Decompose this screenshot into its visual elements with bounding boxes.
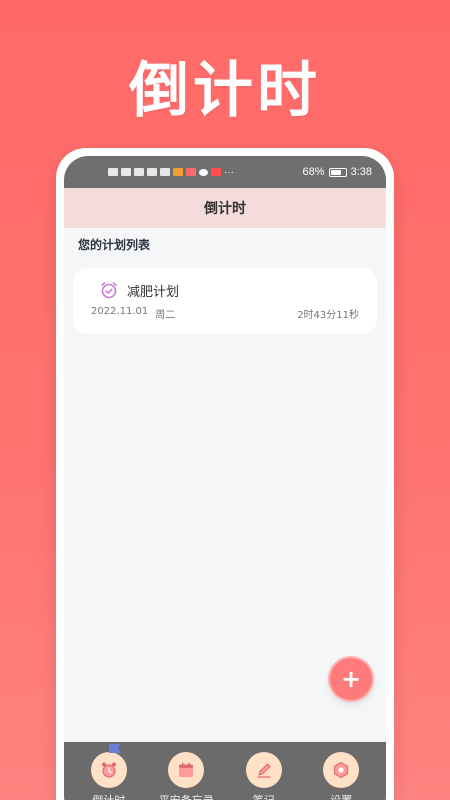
nav-item-countdown[interactable]: 倒计时 — [73, 744, 145, 800]
flag-icon — [108, 744, 121, 753]
battery-icon — [328, 167, 347, 177]
plan-date: 2022.11.01 — [91, 306, 149, 317]
status-icons: ··· — [108, 167, 234, 178]
signal-icon — [121, 168, 131, 176]
alarm-clock-icon — [90, 752, 127, 788]
app-bar: 倒计时 — [64, 188, 386, 228]
nav-label: 倒计时 — [92, 792, 125, 800]
phone-frame: ··· 68% 3:38 倒计时 您的计划列表 减肥计划 2022.11.01 … — [56, 148, 394, 800]
nav-item-notes[interactable]: 笔记 — [228, 752, 300, 800]
status-bar: ··· 68% 3:38 — [64, 156, 386, 188]
plan-meta: 2022.11.01 周二 2时43分11秒 — [91, 306, 359, 321]
chat-bubble-icon — [199, 168, 208, 176]
nav-label: 笔记 — [253, 792, 275, 800]
plan-card[interactable]: 减肥计划 2022.11.01 周二 2时43分11秒 — [73, 268, 377, 334]
mail-icon — [160, 168, 170, 176]
bottom-nav: 倒计时 平安备忘录 — [64, 742, 386, 800]
plan-remaining: 2时43分11秒 — [297, 310, 359, 321]
alarm-clock-icon — [99, 280, 119, 300]
plan-weekday: 周二 — [155, 310, 176, 321]
plan-row: 减肥计划 — [99, 280, 359, 300]
page-title: 倒计时 — [204, 201, 246, 217]
nav-label: 平安备忘录 — [159, 792, 214, 800]
status-right: 68% 3:38 — [303, 166, 372, 178]
battery-percent: 68% — [302, 166, 325, 178]
app-notification-icon — [211, 168, 221, 176]
nav-item-memo[interactable]: 平安备忘录 — [150, 752, 222, 800]
wifi-icon — [147, 168, 157, 176]
section-title: 您的计划列表 — [78, 238, 151, 252]
nav-item-settings[interactable]: 设置 — [305, 752, 377, 800]
more-icon: ··· — [224, 166, 234, 178]
gear-icon — [323, 752, 360, 788]
add-plan-button[interactable]: + — [330, 658, 372, 700]
signal-4g-icon — [134, 168, 144, 176]
app-notification-icon — [173, 168, 183, 176]
phone-screen: ··· 68% 3:38 倒计时 您的计划列表 减肥计划 2022.11.01 … — [64, 156, 386, 800]
hero-title: 倒计时 — [129, 56, 321, 126]
status-time: 3:38 — [350, 166, 372, 178]
calendar-icon — [168, 752, 205, 788]
plan-date-group: 2022.11.01 周二 — [91, 306, 175, 321]
nav-label: 设置 — [330, 792, 352, 800]
pen-icon — [245, 752, 282, 788]
plan-name: 减肥计划 — [127, 284, 180, 300]
app-notification-icon — [186, 168, 196, 176]
hd-icon — [108, 168, 118, 176]
